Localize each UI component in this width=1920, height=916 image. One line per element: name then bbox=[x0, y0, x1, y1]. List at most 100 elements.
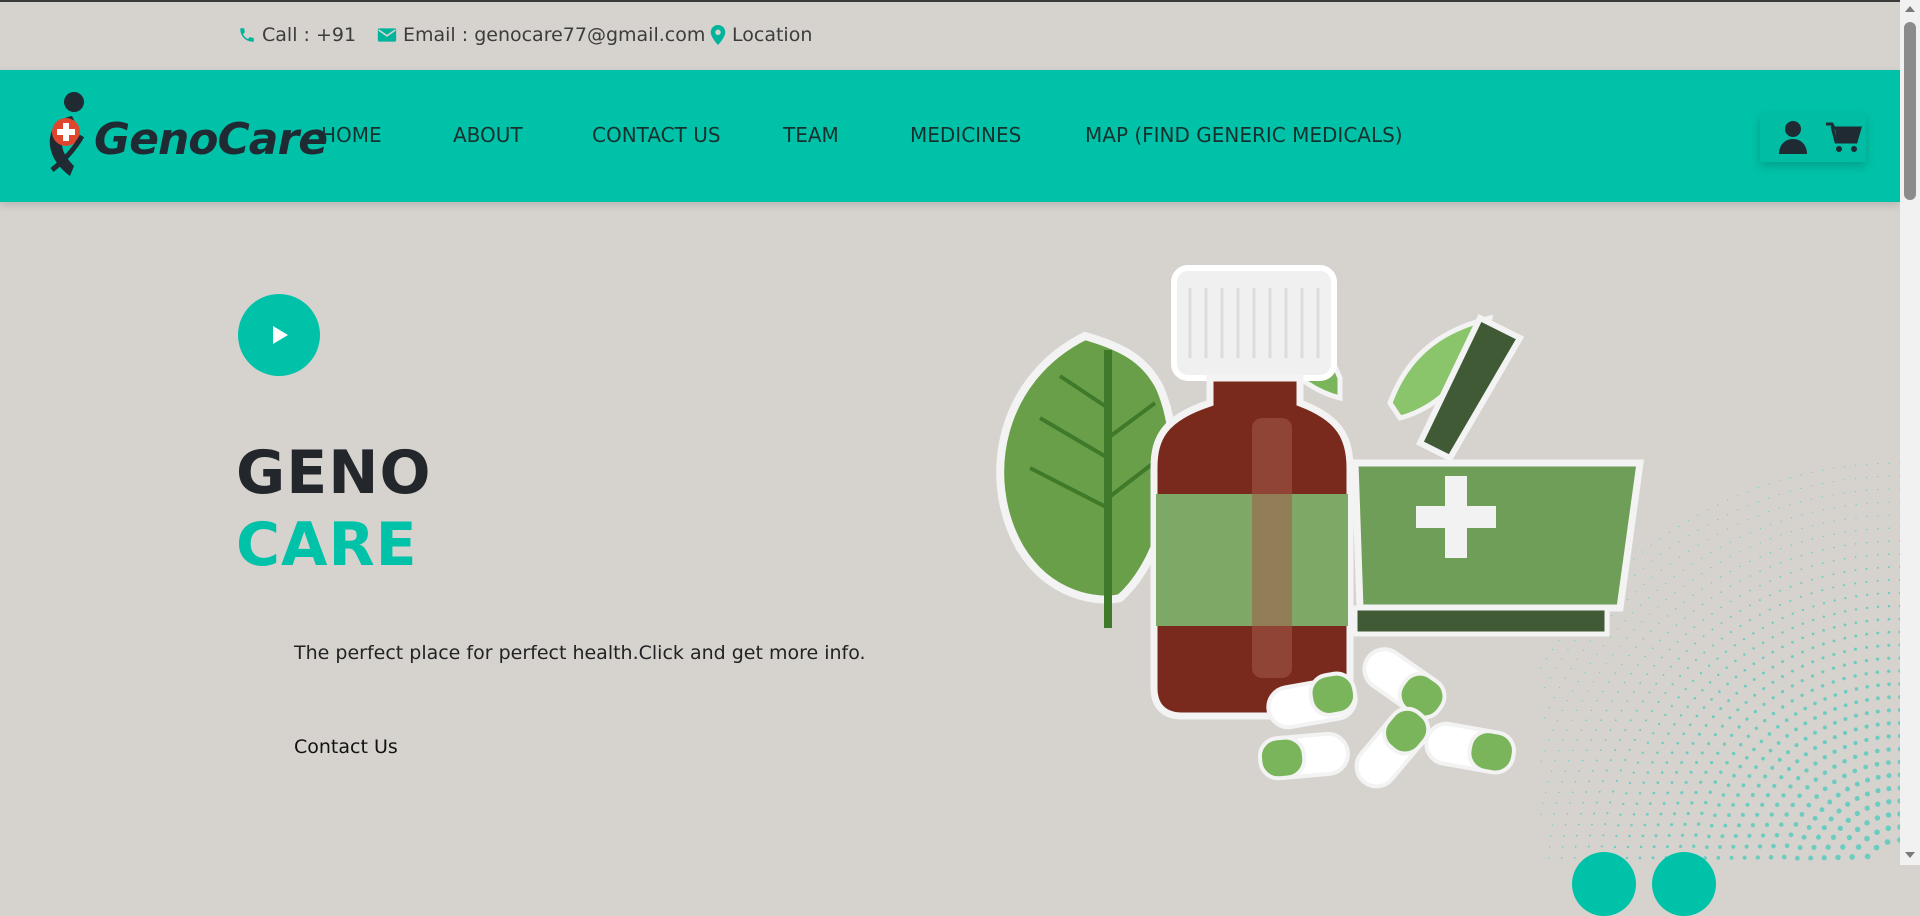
pattern-dot bbox=[1811, 471, 1813, 473]
pattern-dot bbox=[1779, 589, 1782, 592]
page-scrollbar[interactable] bbox=[1900, 0, 1920, 865]
pattern-dot bbox=[1717, 504, 1719, 506]
pattern-dot bbox=[1739, 609, 1742, 612]
pattern-dot bbox=[1717, 673, 1720, 677]
pattern-dot bbox=[1710, 698, 1713, 701]
pattern-dot bbox=[1777, 757, 1782, 762]
brand-logo[interactable]: GenoCare bbox=[44, 86, 328, 186]
pattern-dot bbox=[1779, 775, 1784, 780]
pattern-dot bbox=[1729, 615, 1732, 618]
play-video-button[interactable] bbox=[238, 294, 320, 376]
nav-item-medicines[interactable]: MEDICINES bbox=[910, 123, 1021, 147]
map-pin-icon bbox=[710, 25, 726, 45]
pattern-dot bbox=[1822, 725, 1827, 730]
pattern-dot bbox=[1876, 579, 1879, 582]
pattern-dot bbox=[1687, 535, 1689, 537]
pattern-dot bbox=[1726, 682, 1729, 686]
pattern-dot bbox=[1753, 709, 1758, 714]
pattern-dot bbox=[1811, 646, 1815, 650]
nav-item-about[interactable]: ABOUT bbox=[453, 123, 523, 147]
slider-prev-button[interactable] bbox=[1572, 852, 1636, 916]
pattern-dot bbox=[1733, 834, 1738, 838]
pattern-dot bbox=[1808, 855, 1814, 861]
pattern-dot bbox=[1756, 783, 1761, 788]
nav-item-team[interactable]: TEAM bbox=[783, 123, 839, 147]
pattern-dot bbox=[1757, 501, 1759, 503]
pattern-dot bbox=[1600, 845, 1603, 848]
pattern-dot bbox=[1737, 495, 1739, 497]
pattern-dot bbox=[1789, 571, 1792, 574]
pattern-dot bbox=[1780, 689, 1785, 694]
pattern-dot bbox=[1747, 774, 1752, 778]
pattern-dot bbox=[1551, 824, 1553, 826]
pattern-dot bbox=[1801, 622, 1805, 626]
pattern-dot bbox=[1750, 823, 1755, 828]
pattern-dot bbox=[1692, 610, 1695, 612]
pattern-dot bbox=[1887, 592, 1891, 595]
pattern-dot bbox=[1745, 756, 1749, 760]
pattern-dot bbox=[1686, 666, 1689, 669]
pattern-dot bbox=[1845, 801, 1851, 807]
pattern-dot bbox=[1555, 802, 1558, 804]
pattern-dot bbox=[1703, 651, 1706, 654]
phone-contact[interactable]: Call : +91 bbox=[238, 24, 356, 46]
pattern-dot bbox=[1791, 612, 1794, 615]
pattern-dot bbox=[1833, 707, 1837, 711]
pattern-dot bbox=[1844, 518, 1846, 520]
pattern-dot bbox=[1774, 832, 1780, 838]
pattern-dot bbox=[1564, 824, 1567, 826]
pattern-dot bbox=[1877, 528, 1879, 530]
pattern-dot bbox=[1705, 845, 1709, 849]
user-icon[interactable] bbox=[1778, 120, 1808, 158]
pattern-dot bbox=[1845, 817, 1851, 823]
pattern-dot bbox=[1725, 666, 1728, 670]
pattern-dot bbox=[1713, 813, 1717, 818]
pattern-dot bbox=[1853, 674, 1857, 678]
pattern-dot bbox=[1822, 602, 1826, 605]
contact-us-link[interactable]: Contact Us bbox=[294, 736, 398, 758]
pattern-dot bbox=[1776, 725, 1780, 729]
email-contact[interactable]: Email : genocare77@gmail.com bbox=[377, 24, 705, 46]
pattern-dot bbox=[1688, 723, 1692, 727]
scroll-thumb[interactable] bbox=[1904, 22, 1916, 200]
pattern-dot bbox=[1813, 716, 1817, 720]
nav-item-map[interactable]: MAP (FIND GENERIC MEDICALS) bbox=[1085, 123, 1403, 147]
top-info-bar: Call : +91 Email : genocare77@gmail.com … bbox=[0, 2, 1900, 70]
pattern-dot bbox=[1811, 538, 1814, 540]
pattern-dot bbox=[1750, 793, 1755, 797]
pattern-dot bbox=[1811, 618, 1815, 622]
pattern-dot bbox=[1694, 760, 1699, 765]
pattern-dot bbox=[1770, 538, 1772, 540]
pattern-dot bbox=[1768, 483, 1770, 485]
pattern-dot bbox=[1865, 619, 1869, 623]
pattern-dot bbox=[1844, 505, 1846, 507]
pattern-dot bbox=[1876, 618, 1880, 622]
pattern-dot bbox=[1680, 833, 1685, 837]
pattern-dot bbox=[1864, 711, 1869, 716]
pattern-dot bbox=[1548, 857, 1550, 859]
pattern-dot bbox=[1875, 788, 1881, 794]
nav-item-home[interactable]: HOME bbox=[321, 123, 382, 147]
pattern-dot bbox=[1771, 650, 1775, 654]
pattern-dot bbox=[1843, 610, 1847, 613]
pattern-dot bbox=[1679, 674, 1682, 677]
pattern-dot bbox=[1749, 575, 1751, 577]
scroll-down-arrow-icon[interactable] bbox=[1905, 852, 1915, 858]
pattern-dot bbox=[1749, 532, 1751, 534]
pattern-dot bbox=[1854, 490, 1856, 493]
pattern-dot bbox=[1789, 599, 1792, 602]
nav-item-contact-us[interactable]: CONTACT US bbox=[592, 123, 721, 147]
pattern-dot bbox=[1855, 595, 1858, 598]
pattern-dot bbox=[1780, 534, 1782, 536]
pattern-dot bbox=[1697, 529, 1699, 531]
pattern-dot bbox=[1771, 843, 1776, 849]
pattern-dot bbox=[1686, 705, 1690, 708]
scroll-up-arrow-icon[interactable] bbox=[1905, 6, 1915, 12]
pattern-dot bbox=[1801, 541, 1803, 543]
cart-icon[interactable] bbox=[1826, 122, 1862, 158]
pattern-dot bbox=[1679, 714, 1683, 717]
location-link[interactable]: Location bbox=[710, 24, 812, 46]
pattern-dot bbox=[1854, 687, 1859, 691]
slider-next-button[interactable] bbox=[1652, 852, 1716, 916]
pattern-dot bbox=[1772, 783, 1777, 788]
